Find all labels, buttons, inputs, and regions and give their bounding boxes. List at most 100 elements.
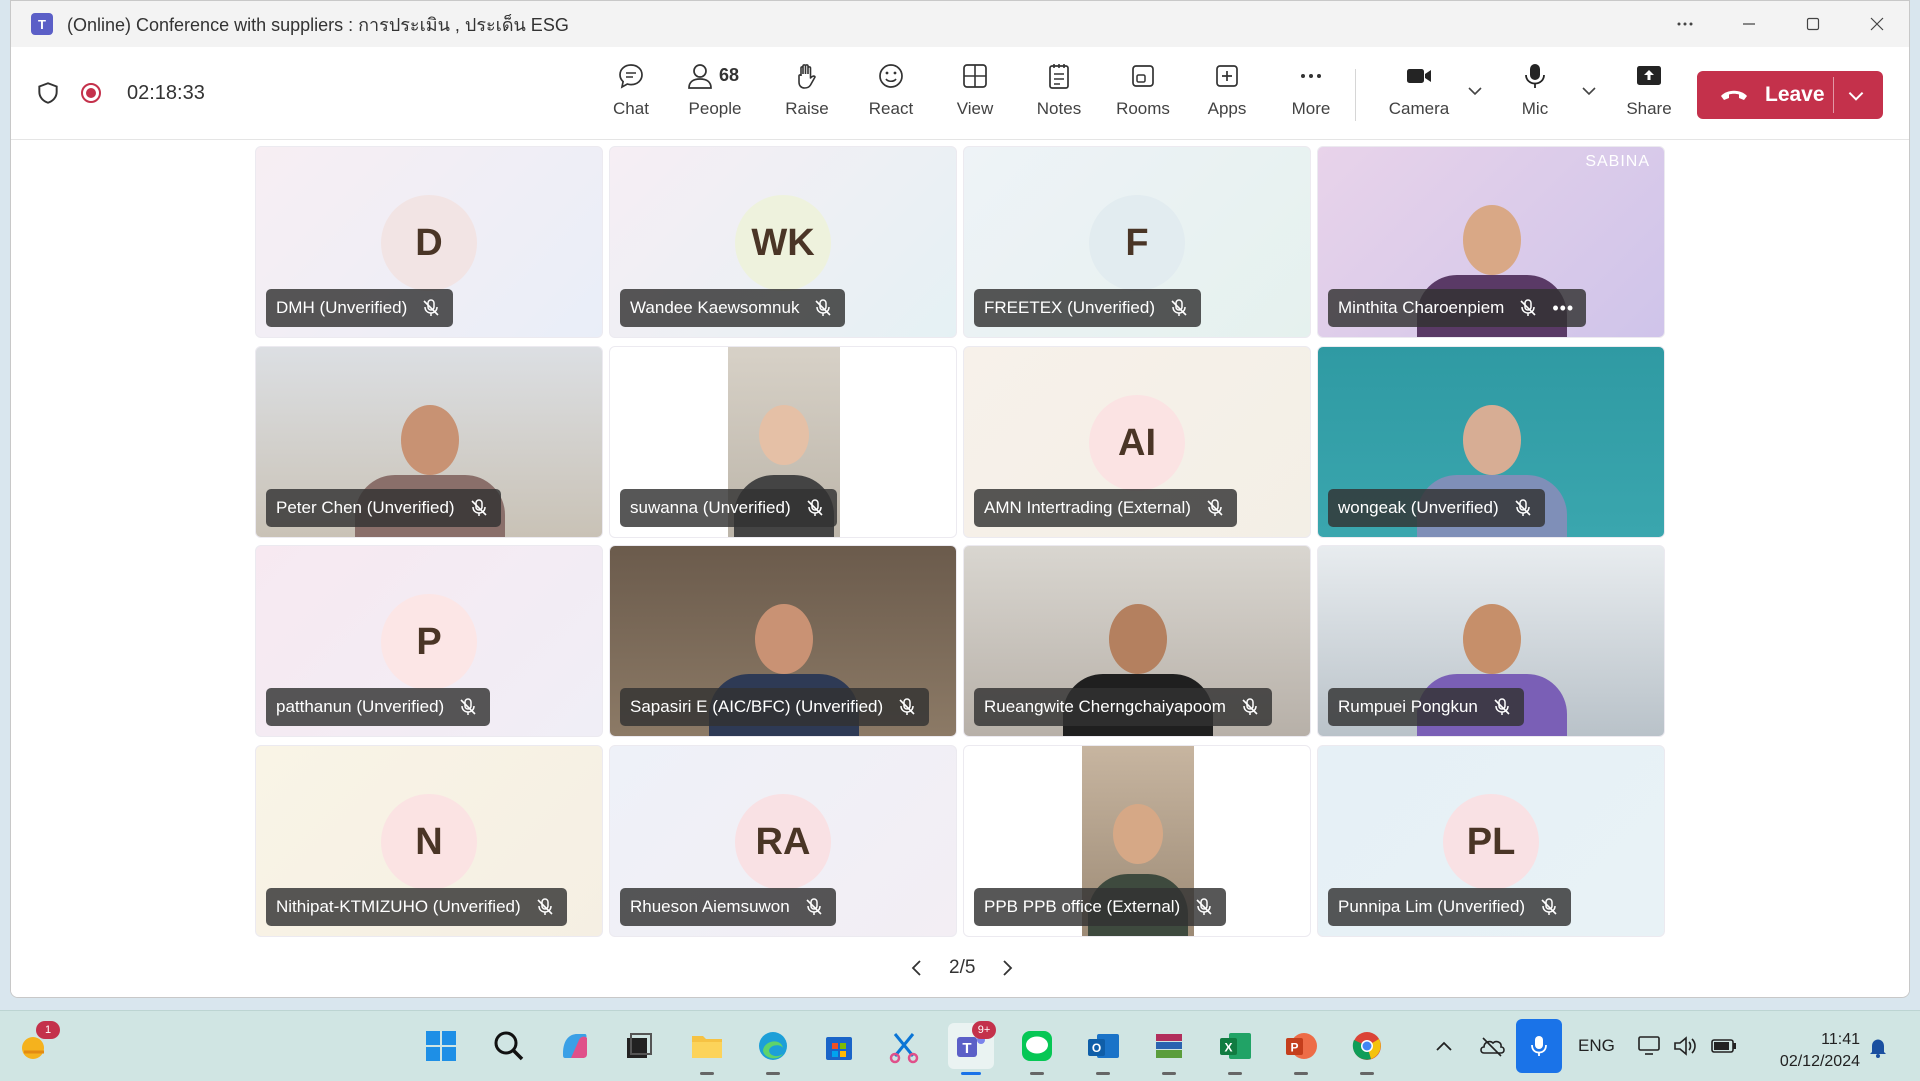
- participant-tile[interactable]: AI AMN Intertrading (External): [963, 346, 1311, 538]
- volume-icon[interactable]: [1672, 1033, 1698, 1059]
- participant-nameplate: DMH (Unverified): [266, 289, 454, 327]
- participant-video-person: [1463, 205, 1521, 275]
- share-button[interactable]: Share: [1609, 61, 1689, 131]
- chat-button[interactable]: Chat: [591, 61, 671, 131]
- participant-tile[interactable]: wongeak (Unverified): [1317, 346, 1665, 538]
- notes-icon: [1049, 64, 1069, 89]
- participant-tile[interactable]: D DMH (Unverified): [255, 146, 603, 338]
- start-button[interactable]: [418, 1023, 464, 1069]
- participant-name: Peter Chen (Unverified): [276, 498, 455, 517]
- participant-tile[interactable]: Ppatthanun (Unverified): [255, 545, 603, 737]
- more-options-button[interactable]: [1653, 1, 1717, 47]
- mic-muted-icon: [1518, 298, 1538, 318]
- participant-tile[interactable]: WK Wandee Kaewsomnuk: [609, 146, 957, 338]
- minimize-icon: [1743, 23, 1755, 25]
- camera-options-chevron-icon[interactable]: [1465, 81, 1485, 101]
- mic-muted-icon: [1539, 897, 1559, 917]
- onedrive-offline-icon[interactable]: [1478, 1033, 1506, 1061]
- view-button[interactable]: View: [935, 61, 1015, 131]
- maximize-button[interactable]: [1781, 1, 1845, 47]
- mic-options-chevron-icon[interactable]: [1579, 81, 1599, 101]
- shield-icon[interactable]: [35, 80, 61, 106]
- participant-name: DMH (Unverified): [276, 298, 408, 317]
- taskbar-file-explorer[interactable]: [684, 1023, 730, 1075]
- notes-button[interactable]: Notes: [1019, 61, 1099, 131]
- taskbar-outlook[interactable]: O: [1080, 1023, 1126, 1075]
- camera-icon: [1407, 69, 1431, 83]
- taskbar-snipping-tool[interactable]: [882, 1023, 928, 1069]
- participant-options-icon[interactable]: •••: [1552, 298, 1574, 319]
- chrome-icon: [1352, 1032, 1381, 1060]
- taskbar-store[interactable]: [816, 1023, 862, 1069]
- participant-name: suwanna (Unverified): [630, 498, 791, 517]
- background-brand-text: SABINA: [1585, 153, 1650, 170]
- participant-nameplate: Rumpuei Pongkun: [1328, 688, 1524, 726]
- taskbar-winrar[interactable]: [1146, 1023, 1192, 1075]
- people-count: 68: [719, 65, 740, 85]
- participant-nameplate: FREETEX (Unverified): [974, 289, 1201, 327]
- participant-tile[interactable]: N Nithipat-KTMIZUHO (Unverified): [255, 745, 603, 937]
- notification-bell-icon[interactable]: [1866, 1035, 1890, 1059]
- people-button[interactable]: 68 People: [675, 61, 755, 131]
- participant-tile[interactable]: Peter Chen (Unverified): [255, 346, 603, 538]
- rooms-label: Rooms: [1116, 99, 1170, 118]
- next-page-icon[interactable]: [997, 958, 1017, 978]
- camera-button[interactable]: Camera: [1379, 61, 1459, 131]
- battery-icon[interactable]: [1710, 1033, 1738, 1059]
- participant-avatar: D: [381, 195, 477, 291]
- taskbar-chrome[interactable]: [1344, 1023, 1390, 1075]
- mic-button[interactable]: Mic: [1495, 61, 1575, 131]
- taskbar-teams[interactable]: T 9+: [948, 1021, 996, 1075]
- excel-running-indicator: [1228, 1072, 1242, 1075]
- participant-tile[interactable]: Rueangwite Cherngchaiyapoom: [963, 545, 1311, 737]
- taskbar-copilot[interactable]: [552, 1023, 598, 1069]
- apps-button[interactable]: Apps: [1187, 61, 1267, 131]
- taskbar-widgets[interactable]: 1: [12, 1021, 60, 1069]
- meeting-status: 02:18:33: [35, 47, 205, 139]
- search-button[interactable]: [486, 1023, 532, 1069]
- react-button[interactable]: React: [851, 61, 931, 131]
- participant-tile[interactable]: SABINA Minthita Charoenpiem •••: [1317, 146, 1665, 338]
- leave-button[interactable]: Leave: [1697, 71, 1883, 119]
- participant-tile[interactable]: suwanna (Unverified): [609, 346, 957, 538]
- ellipsis-icon: [1677, 22, 1693, 26]
- participant-tile[interactable]: Rumpuei Pongkun: [1317, 545, 1665, 737]
- raise-label: Raise: [785, 99, 829, 118]
- taskbar-powerpoint[interactable]: P: [1278, 1023, 1324, 1075]
- network-icon[interactable]: [1636, 1033, 1662, 1059]
- teams-meeting-window: T (Online) Conference with suppliers : ก…: [10, 0, 1910, 998]
- excel-icon: X: [1220, 1033, 1251, 1059]
- system-clock[interactable]: 11:41 02/12/2024: [1760, 1029, 1860, 1073]
- store-icon: [826, 1037, 852, 1060]
- taskbar-excel[interactable]: X: [1212, 1023, 1258, 1075]
- taskbar-task-view[interactable]: [616, 1023, 662, 1069]
- minimize-button[interactable]: [1717, 1, 1781, 47]
- participant-tile[interactable]: F FREETEX (Unverified): [963, 146, 1311, 338]
- more-button[interactable]: More: [1271, 61, 1351, 131]
- window-title: (Online) Conference with suppliers : การ…: [67, 10, 569, 39]
- show-hidden-icons-chevron-icon[interactable]: [1434, 1037, 1454, 1057]
- taskbar-edge[interactable]: [750, 1023, 796, 1075]
- line-app-icon: [1022, 1031, 1052, 1061]
- input-language[interactable]: ENG: [1578, 1036, 1615, 1056]
- participant-tile[interactable]: PPB PPB office (External): [963, 745, 1311, 937]
- rooms-button[interactable]: Rooms: [1103, 61, 1183, 131]
- raise-hand-icon: [798, 64, 816, 89]
- participant-tile[interactable]: Sapasiri E (AIC/BFC) (Unverified): [609, 545, 957, 737]
- close-button[interactable]: [1845, 1, 1909, 47]
- mic-muted-icon: [897, 697, 917, 717]
- previous-page-icon[interactable]: [907, 958, 927, 978]
- participant-tile[interactable]: RA Rhueson Aiemsuwon: [609, 745, 957, 937]
- raise-hand-button[interactable]: Raise: [767, 61, 847, 131]
- svg-text:O: O: [1092, 1041, 1101, 1055]
- participant-avatar: PL: [1443, 794, 1539, 890]
- taskbar-line[interactable]: [1014, 1023, 1060, 1075]
- participant-avatar: WK: [735, 195, 831, 291]
- microphone-in-use-indicator[interactable]: [1516, 1019, 1562, 1073]
- participant-name: patthanun (Unverified): [276, 697, 445, 716]
- leave-options-chevron-icon[interactable]: [1845, 85, 1867, 107]
- outlook-icon: O: [1088, 1034, 1119, 1058]
- winrar-running-indicator: [1162, 1072, 1176, 1075]
- search-icon: [494, 1031, 524, 1061]
- participant-tile[interactable]: PL Punnipa Lim (Unverified): [1317, 745, 1665, 937]
